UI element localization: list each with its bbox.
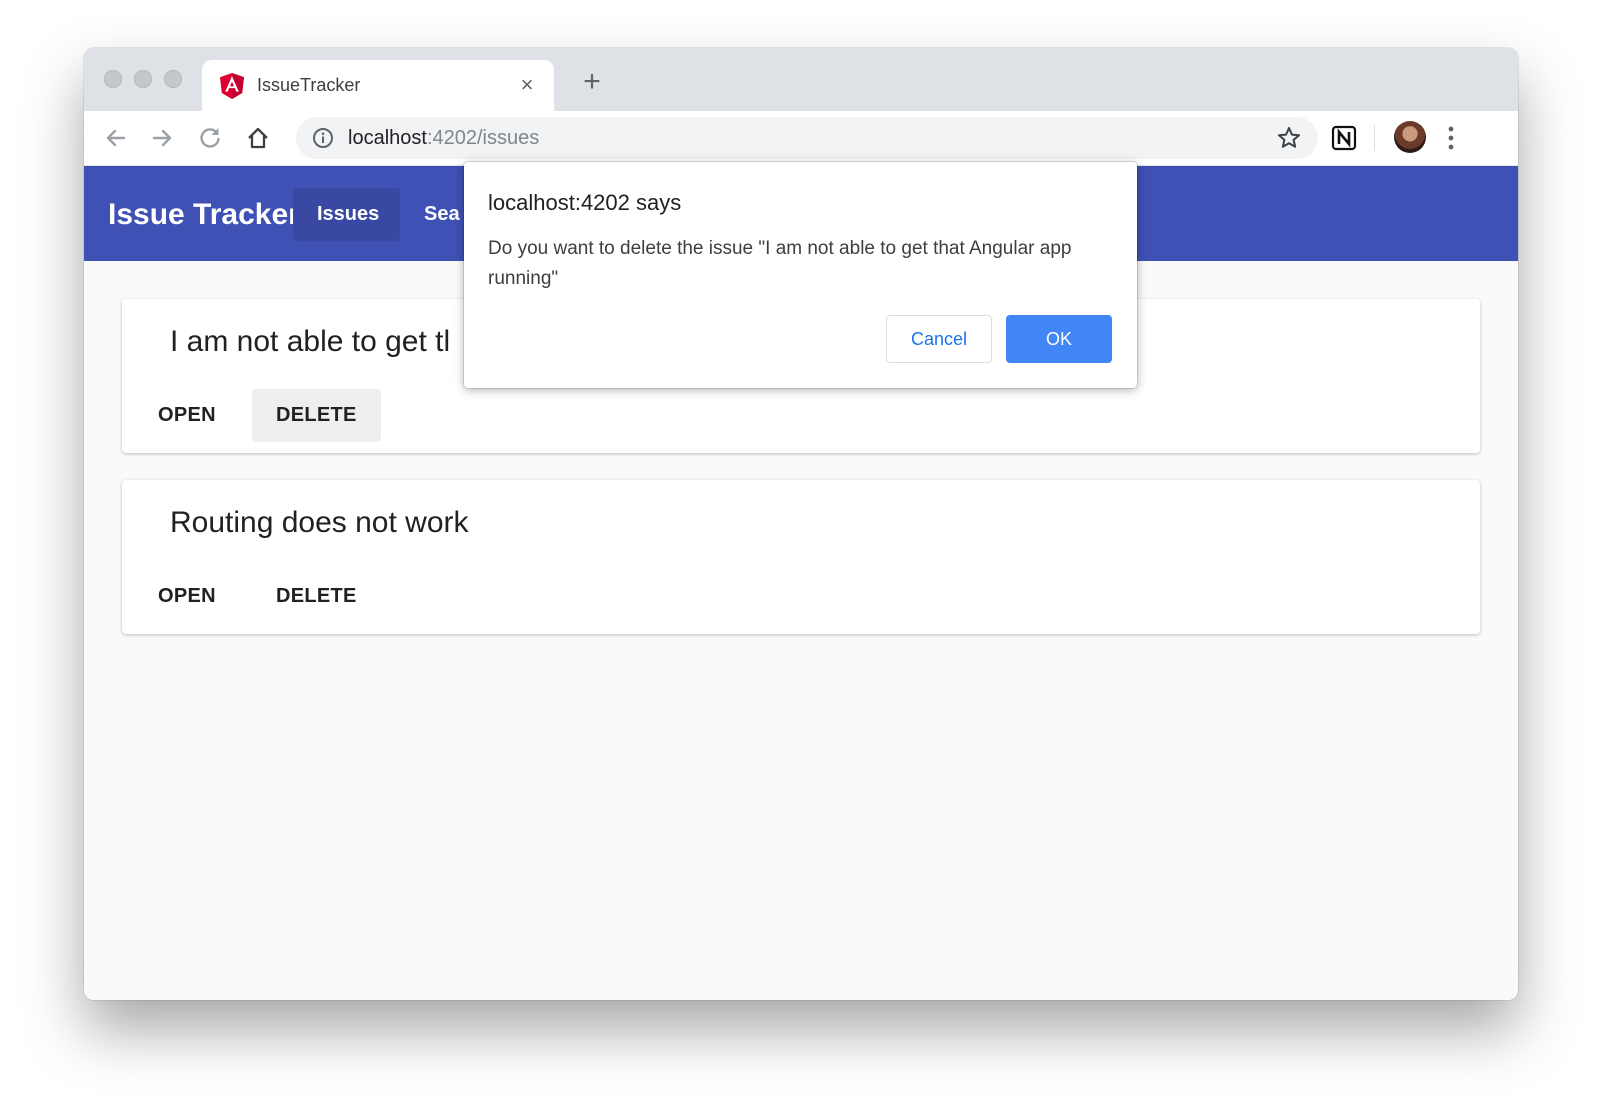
issue-card: Routing does not work OPEN DELETE	[122, 480, 1480, 634]
angular-favicon-icon	[220, 73, 244, 99]
tab-strip: IssueTracker × +	[84, 48, 1518, 111]
star-icon[interactable]	[1276, 125, 1302, 151]
home-icon[interactable]	[244, 124, 272, 152]
forward-arrow-icon[interactable]	[148, 124, 176, 152]
delete-issue-button[interactable]: DELETE	[252, 570, 381, 623]
info-icon[interactable]	[312, 127, 334, 149]
close-window-button[interactable]	[104, 70, 122, 88]
open-issue-button[interactable]: OPEN	[134, 570, 240, 623]
dialog-message: Do you want to delete the issue "I am no…	[488, 238, 1072, 289]
notion-icon[interactable]	[1330, 124, 1358, 152]
tab-close-icon[interactable]: ×	[514, 72, 540, 98]
address-bar[interactable]: localhost:4202/issues	[296, 117, 1318, 159]
url-host: localhost	[348, 127, 427, 149]
profile-avatar[interactable]	[1394, 121, 1426, 153]
ok-button[interactable]: OK	[1006, 315, 1112, 363]
tab-title: IssueTracker	[257, 75, 361, 95]
new-tab-button[interactable]: +	[579, 67, 605, 97]
issue-title: Routing does not work	[170, 506, 469, 539]
maximize-window-button[interactable]	[164, 70, 182, 88]
back-arrow-icon[interactable]	[102, 124, 130, 152]
toolbar-separator	[1374, 125, 1375, 151]
url-text[interactable]: localhost:4202/issues	[348, 127, 539, 150]
nav-issues-link[interactable]: Issues	[293, 188, 400, 241]
reload-icon[interactable]	[196, 124, 224, 152]
browser-toolbar: localhost:4202/issues	[84, 111, 1518, 166]
delete-issue-button[interactable]: DELETE	[252, 389, 381, 442]
dialog-title: localhost:4202 says	[488, 190, 682, 215]
minimize-window-button[interactable]	[134, 70, 152, 88]
url-path: :4202/issues	[426, 127, 540, 149]
cancel-button[interactable]: Cancel	[886, 315, 992, 363]
open-issue-button[interactable]: OPEN	[134, 389, 240, 442]
issue-title: I am not able to get tl	[170, 325, 451, 358]
browser-tab[interactable]: IssueTracker ×	[202, 60, 554, 111]
kebab-menu-icon[interactable]	[1446, 123, 1456, 153]
app-brand[interactable]: Issue Tracker	[108, 198, 300, 232]
confirm-dialog: localhost:4202 says Do you want to delet…	[464, 162, 1137, 388]
